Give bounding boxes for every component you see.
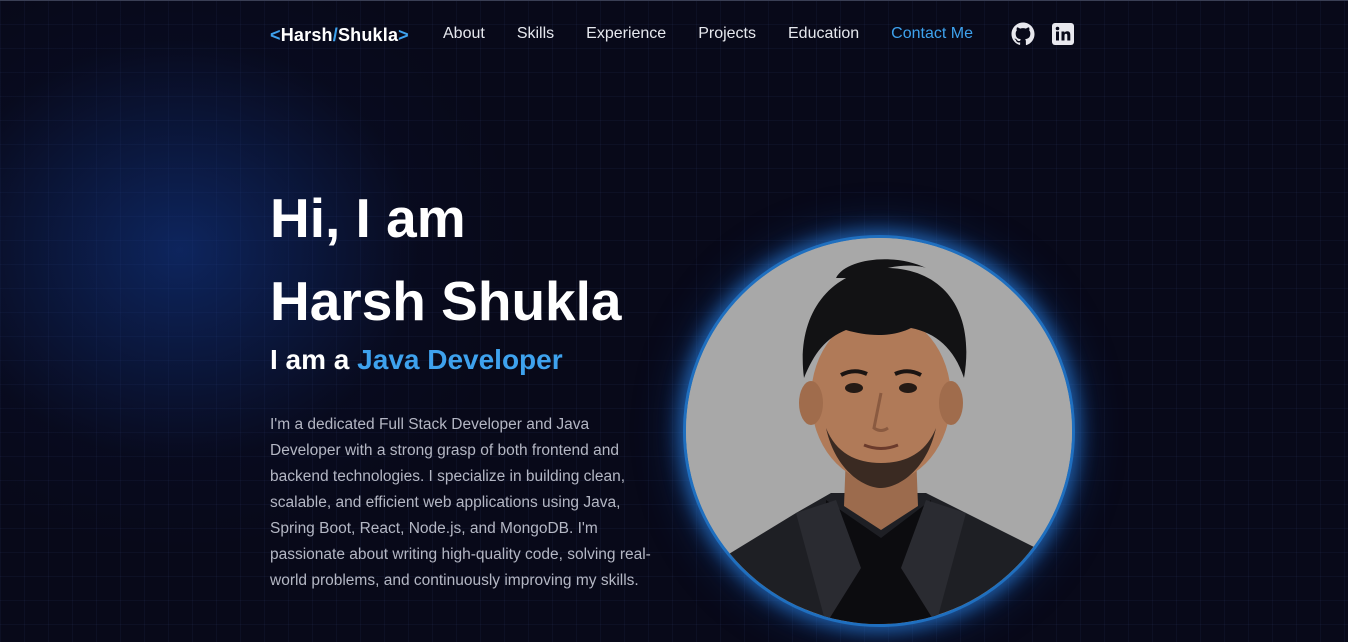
logo-close-bracket: > [398,25,409,45]
nav-link-skills[interactable]: Skills [517,25,554,43]
logo-open-bracket: < [270,25,281,45]
github-icon-graphic [1011,22,1035,46]
profile-photo-graphic [686,238,1072,624]
nav-link-education[interactable]: Education [788,25,859,43]
nav-links: About Skills Experience Projects Educati… [443,25,1005,43]
role-highlight: Java Developer [357,344,563,375]
linkedin-icon-graphic [1052,23,1074,45]
logo-first-name: Harsh [280,25,333,45]
nav-link-experience[interactable]: Experience [586,25,666,43]
bio-paragraph: I'm a dedicated Full Stack Developer and… [270,416,651,589]
hero-title: Hi, I am Harsh Shukla [270,177,690,343]
site-logo[interactable]: <Harsh/Shukla> [270,25,409,46]
linkedin-icon[interactable] [1051,22,1075,46]
github-icon[interactable] [1011,22,1035,46]
logo-last-name: Shukla [337,25,399,45]
hero-title-line1: Hi, I am [270,187,466,249]
role-heading: I am a Java Developer [270,344,563,376]
navbar: <Harsh/Shukla> About Skills Experience P… [0,0,1348,70]
nav-link-contact[interactable]: Contact Me [891,25,973,43]
hero-title-line2: Harsh Shukla [270,270,622,332]
profile-photo [683,235,1075,627]
portfolio-page: <Harsh/Shukla> About Skills Experience P… [0,0,1348,642]
nav-link-about[interactable]: About [443,25,485,43]
role-prefix: I am a [270,344,358,375]
nav-link-projects[interactable]: Projects [698,25,756,43]
